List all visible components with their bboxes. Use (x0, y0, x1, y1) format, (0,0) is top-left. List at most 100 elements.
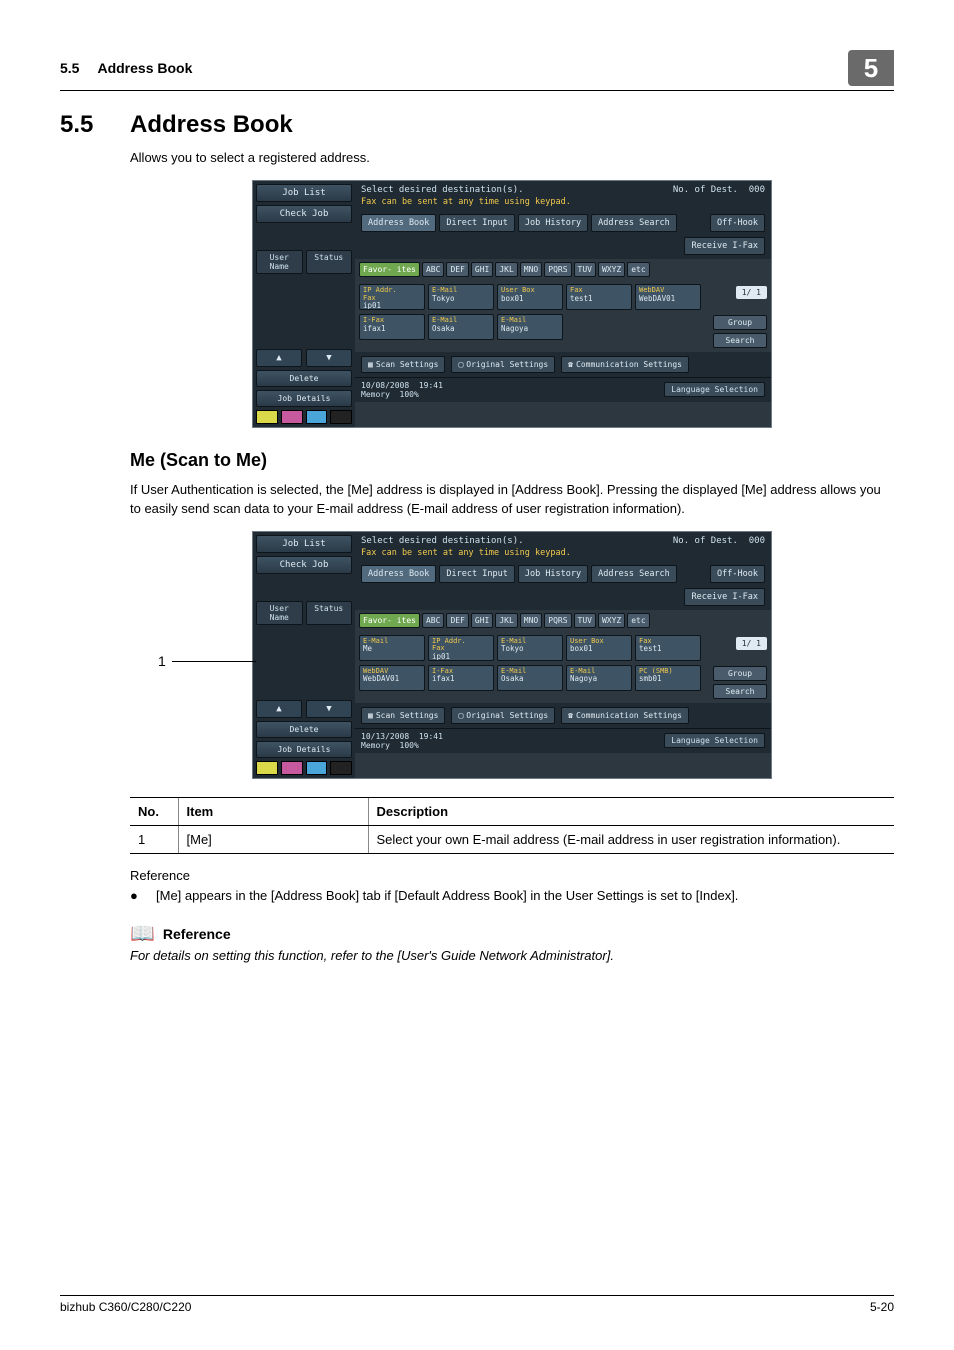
destination-button[interactable]: WebDAVWebDAV01 (359, 665, 425, 691)
callout-table: No. Item Description 1 [Me] Select your … (130, 797, 894, 854)
filter-jkl[interactable]: JKL (495, 613, 517, 628)
filter-tuv[interactable]: TUV (574, 613, 596, 628)
dest-count-label: No. of Dest. (673, 536, 738, 546)
filter-etc[interactable]: etc (627, 262, 649, 277)
dest-count-label: No. of Dest. (673, 185, 738, 195)
filter-pqrs[interactable]: PQRS (544, 262, 571, 277)
reference-bullet: [Me] appears in the [Address Book] tab i… (156, 887, 738, 906)
header-section-number: 5.5 (60, 60, 79, 76)
tab-off-hook[interactable]: Off-Hook (710, 565, 765, 583)
original-settings-button[interactable]: ▢Original Settings (451, 707, 555, 724)
filter-etc[interactable]: etc (627, 613, 649, 628)
scan-settings-button[interactable]: ▦Scan Settings (361, 707, 445, 724)
destination-button[interactable]: Faxtest1 (635, 635, 701, 661)
language-selection-button[interactable]: Language Selection (664, 382, 765, 397)
bullet-icon: ● (130, 887, 156, 906)
destination-button[interactable]: User Boxbox01 (497, 284, 563, 310)
filter-favorites[interactable]: Favor- ites (359, 262, 420, 277)
destination-button[interactable]: User Boxbox01 (566, 635, 632, 661)
destination-button[interactable]: PC (SMB)smb01 (635, 665, 701, 691)
dest-count-value: 000 (749, 536, 765, 546)
panel1-dateadae: 10/08/2008 (361, 381, 409, 390)
delete-button[interactable]: Delete (256, 370, 352, 387)
check-job-button[interactable]: Check Job (256, 556, 352, 574)
filter-ghi[interactable]: GHI (471, 262, 493, 277)
scroll-down-button[interactable]: ▼ (306, 700, 352, 718)
intro-paragraph: Allows you to select a registered addres… (130, 149, 894, 168)
filter-wxyz[interactable]: WXYZ (598, 613, 625, 628)
job-list-button[interactable]: Job List (256, 535, 352, 553)
filter-tuv[interactable]: TUV (574, 262, 596, 277)
h3-me-scan-to-me: Me (Scan to Me) (130, 450, 894, 471)
filter-mno[interactable]: MNO (520, 262, 542, 277)
check-job-button[interactable]: Check Job (256, 205, 352, 223)
reference-header: Reference (130, 868, 894, 883)
original-settings-button[interactable]: ▢Original Settings (451, 356, 555, 373)
footer-right: 5-20 (870, 1300, 894, 1314)
destination-button[interactable]: E-MailTokyo (497, 635, 563, 661)
destination-button[interactable]: Faxtest1 (566, 284, 632, 310)
table-row: 1 [Me] Select your own E-mail address (E… (130, 825, 894, 853)
scroll-up-button[interactable]: ▲ (256, 700, 302, 718)
delete-button[interactable]: Delete (256, 721, 352, 738)
destination-button[interactable]: E-MailNagoya (497, 314, 563, 340)
dest-count-value: 000 (749, 185, 765, 195)
tab-address-search[interactable]: Address Search (591, 214, 677, 232)
callout-line (172, 661, 256, 662)
search-button[interactable]: Search (713, 684, 767, 699)
tab-job-history[interactable]: Job History (518, 565, 588, 583)
scroll-up-button[interactable]: ▲ (256, 349, 302, 367)
destination-button[interactable]: IP Addr.Faxip01 (359, 284, 425, 310)
filter-def[interactable]: DEF (446, 613, 468, 628)
search-button[interactable]: Search (713, 333, 767, 348)
scan-settings-button[interactable]: ▦Scan Settings (361, 356, 445, 373)
language-selection-button[interactable]: Language Selection (664, 733, 765, 748)
original-icon: ▢ (458, 360, 463, 369)
receive-ifax-button[interactable]: Receive I-Fax (684, 588, 765, 606)
filter-favorites[interactable]: Favor- ites (359, 613, 420, 628)
destination-button[interactable]: E-MailOsaka (497, 665, 563, 691)
tab-off-hook[interactable]: Off-Hook (710, 214, 765, 232)
comm-icon: ☎ (568, 711, 573, 720)
tab-address-book[interactable]: Address Book (361, 214, 436, 232)
tab-direct-input[interactable]: Direct Input (439, 214, 514, 232)
toner-y-icon (256, 410, 278, 424)
destination-button[interactable]: E-MailTokyo (428, 284, 494, 310)
original-icon: ▢ (458, 711, 463, 720)
tab-direct-input[interactable]: Direct Input (439, 565, 514, 583)
filter-mno[interactable]: MNO (520, 613, 542, 628)
destination-button[interactable]: E-MailMe (359, 635, 425, 661)
communication-settings-button[interactable]: ☎Communication Settings (561, 356, 689, 373)
th-no: No. (130, 797, 178, 825)
reference-detail-line: For details on setting this function, re… (130, 948, 894, 963)
filter-abc[interactable]: ABC (422, 262, 444, 277)
filter-pqrs[interactable]: PQRS (544, 613, 571, 628)
filter-def[interactable]: DEF (446, 262, 468, 277)
filter-ghi[interactable]: GHI (471, 613, 493, 628)
tab-address-book[interactable]: Address Book (361, 565, 436, 583)
fax-note: Fax can be sent at any time using keypad… (355, 548, 771, 562)
job-details-button[interactable]: Job Details (256, 390, 352, 407)
destination-button[interactable]: I-Faxifax1 (428, 665, 494, 691)
destination-button[interactable]: IP Addr.Faxip01 (428, 635, 494, 661)
destination-button[interactable]: E-MailOsaka (428, 314, 494, 340)
tab-job-history[interactable]: Job History (518, 214, 588, 232)
filter-abc[interactable]: ABC (422, 613, 444, 628)
group-button[interactable]: Group (713, 666, 767, 681)
tab-address-search[interactable]: Address Search (591, 565, 677, 583)
filter-jkl[interactable]: JKL (495, 262, 517, 277)
toner-m-icon (281, 410, 303, 424)
filter-wxyz[interactable]: WXYZ (598, 262, 625, 277)
destination-button[interactable]: E-MailNagoya (566, 665, 632, 691)
job-list-button[interactable]: Job List (256, 184, 352, 202)
destination-button[interactable]: WebDAVWebDAV01 (635, 284, 701, 310)
receive-ifax-button[interactable]: Receive I-Fax (684, 237, 765, 255)
communication-settings-button[interactable]: ☎Communication Settings (561, 707, 689, 724)
destination-button[interactable]: I-Faxifax1 (359, 314, 425, 340)
job-details-button[interactable]: Job Details (256, 741, 352, 758)
group-button[interactable]: Group (713, 315, 767, 330)
scroll-down-button[interactable]: ▼ (306, 349, 352, 367)
td-item: [Me] (178, 825, 368, 853)
panel-top-message: Select desired destination(s). (361, 185, 524, 195)
device-panel-screenshot-1: Job List Check Job User Name Status ▲ ▼ … (252, 180, 772, 428)
